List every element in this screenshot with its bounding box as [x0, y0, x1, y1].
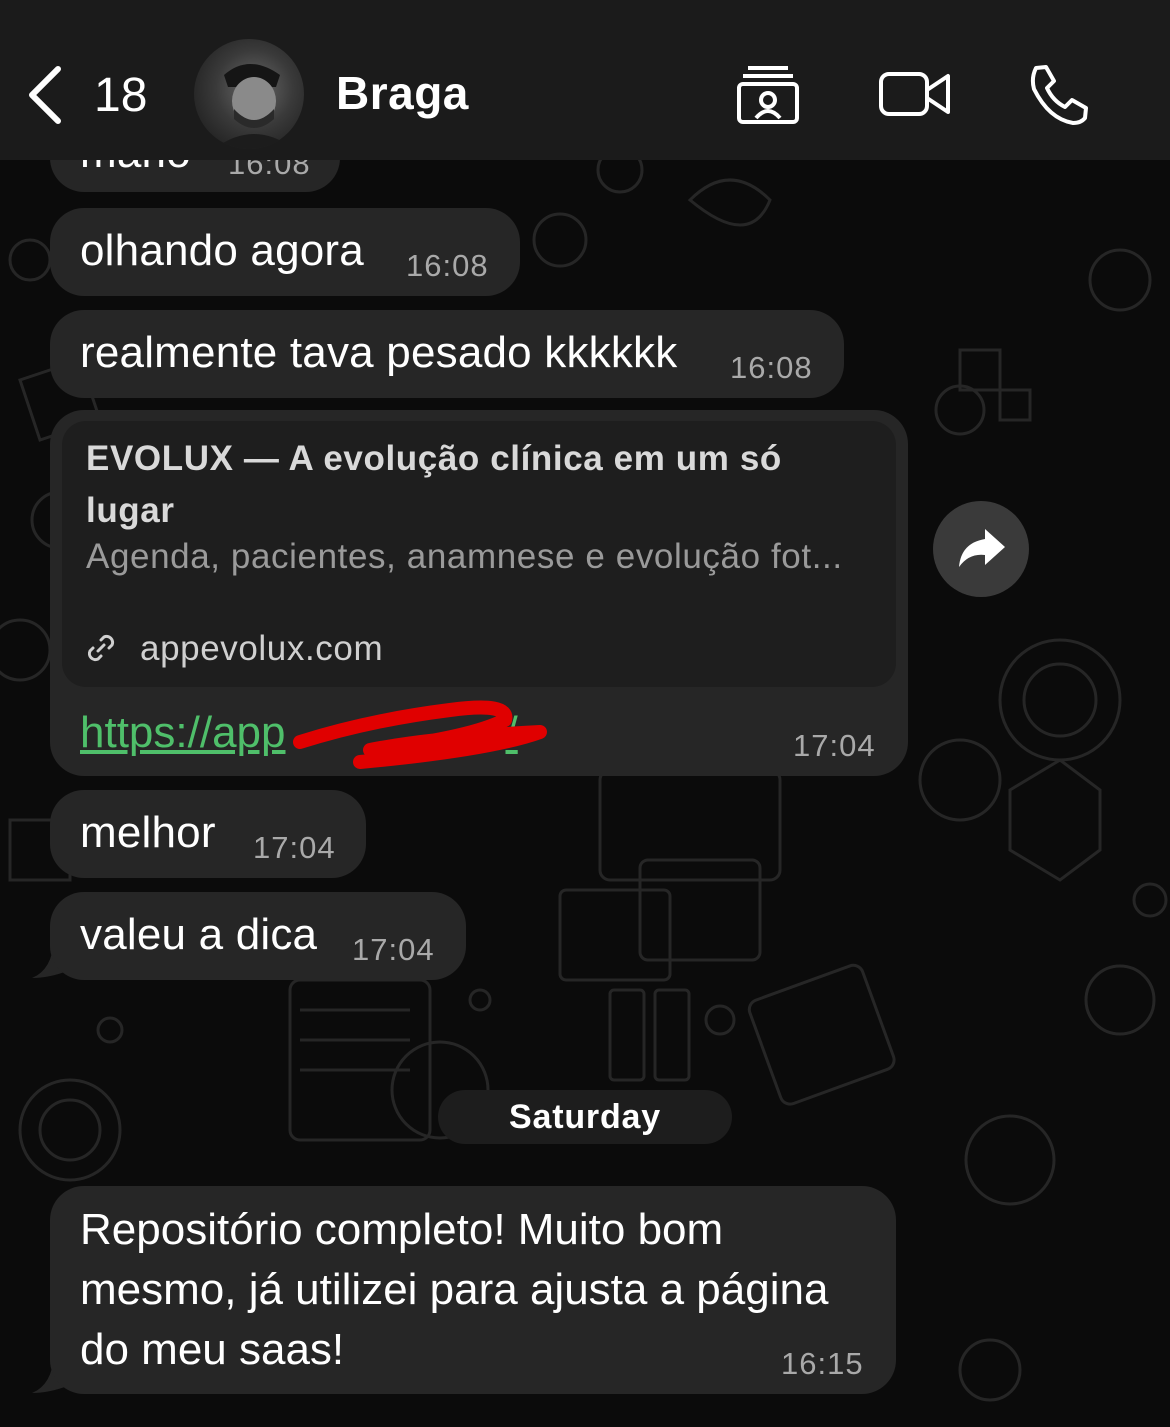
- contact-name[interactable]: Braga: [336, 66, 469, 120]
- message-bubble[interactable]: valeu a dica 17:04: [50, 892, 466, 980]
- message-text: melhor: [80, 808, 216, 857]
- message-time: 16:08: [406, 248, 489, 283]
- day-separator: Saturday: [438, 1090, 732, 1144]
- link-preview-domain: appevolux.com: [140, 629, 384, 668]
- message-time: 16:15: [781, 1346, 864, 1381]
- chevron-left-icon: [29, 66, 61, 124]
- link-preview-description: Agenda, pacientes, anamnese e evolução f…: [86, 537, 843, 576]
- message-text: olhando agora: [80, 226, 364, 275]
- unread-count: 18: [94, 68, 148, 122]
- message-bubble[interactable]: realmente tava pesado kkkkkk 16:08: [50, 310, 844, 398]
- contact-card-icon[interactable]: [736, 62, 800, 126]
- forward-arrow-icon: [959, 529, 1005, 567]
- redaction-scribble: [293, 700, 547, 769]
- message-text: realmente tava pesado kkkkkk: [80, 328, 678, 377]
- message-time: 17:04: [793, 728, 876, 763]
- link-preview-title: EVOLUX — A evolução clínica em um só lug…: [86, 439, 782, 530]
- message-time: 16:08: [730, 350, 813, 385]
- url-text: https://app: [80, 708, 286, 757]
- phone-icon[interactable]: [1024, 62, 1088, 126]
- message-bubble[interactable]: melhor 17:04: [50, 790, 366, 878]
- message-time: 17:04: [253, 830, 336, 865]
- link-icon: [87, 634, 115, 662]
- forward-button[interactable]: [933, 501, 1029, 597]
- avatar[interactable]: [194, 39, 304, 149]
- message-bubble[interactable]: olhando agora 16:08: [50, 208, 520, 296]
- message-text: valeu a dica: [80, 910, 318, 959]
- chat-header: 18 Braga: [0, 0, 1170, 160]
- message-text: Repositório completo! Muito bom mesmo, j…: [80, 1205, 829, 1374]
- back-button[interactable]: 18: [24, 60, 154, 130]
- message-time: 17:04: [352, 932, 435, 967]
- link-preview-card[interactable]: EVOLUX — A evolução clínica em um só lug…: [62, 421, 896, 687]
- video-camera-icon[interactable]: [878, 62, 952, 126]
